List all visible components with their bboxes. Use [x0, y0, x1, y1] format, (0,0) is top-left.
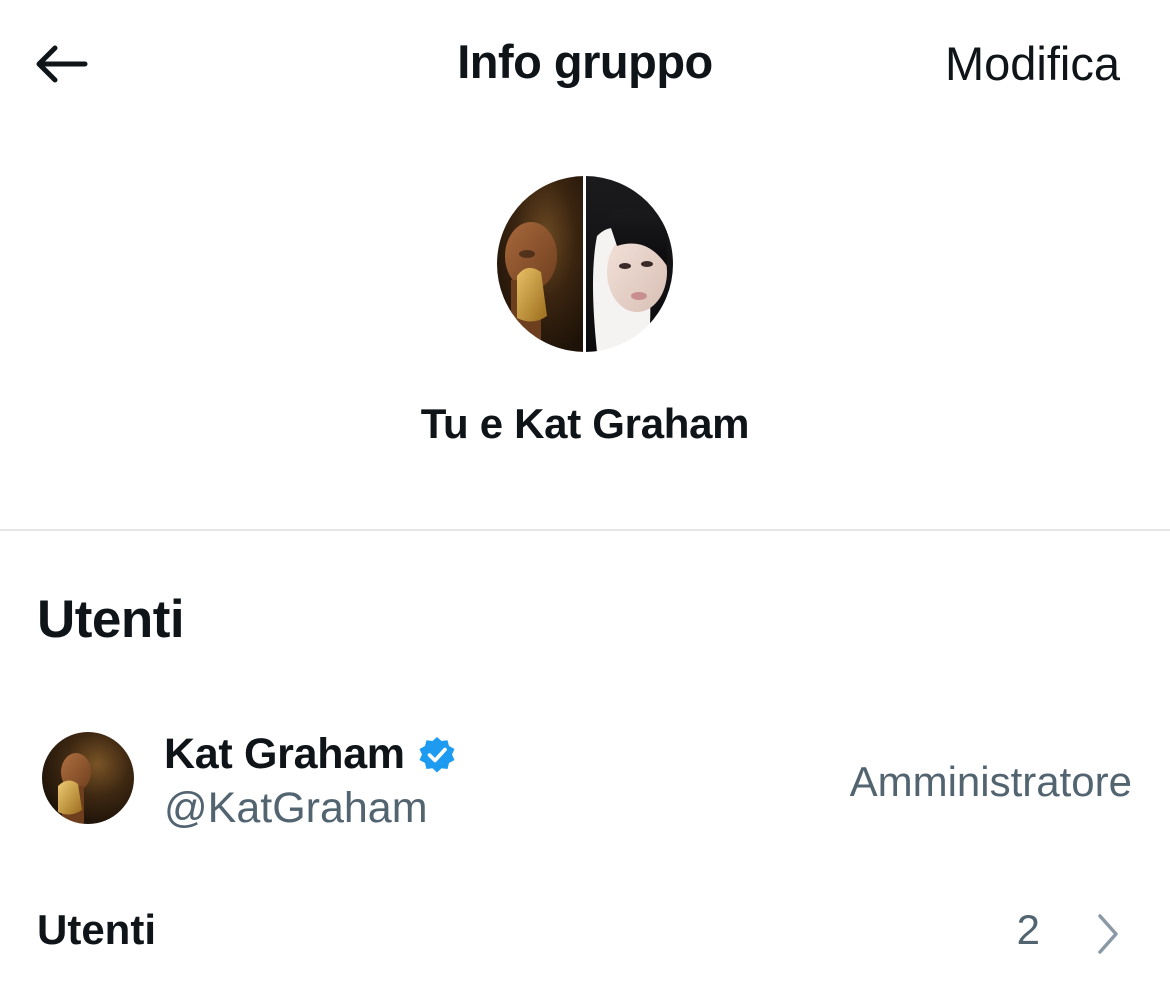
users-row-label: Utenti [37, 906, 156, 953]
member-avatar-image [42, 732, 134, 824]
member-name: Kat Graham [164, 730, 457, 779]
avatar[interactable] [42, 732, 134, 824]
member-role-badge: Amministratore [849, 758, 1132, 805]
verified-badge-icon [419, 736, 455, 772]
chevron-right-icon [1098, 914, 1118, 954]
member-row[interactable]: Kat Graham @KatGraham Amministratore [0, 710, 1170, 850]
member-name-text: Kat Graham [164, 730, 405, 778]
group-avatar[interactable] [497, 176, 673, 352]
group-avatar-image [497, 176, 673, 352]
section-divider [0, 529, 1170, 531]
group-name: Tu e Kat Graham [420, 400, 750, 447]
member-handle: @KatGraham [164, 784, 428, 832]
top-bar: Info gruppo Modifica [0, 0, 1170, 125]
users-count: 2 [1016, 906, 1040, 953]
members-section-title: Utenti [37, 590, 185, 649]
users-row[interactable]: Utenti 2 [0, 890, 1170, 980]
edit-button[interactable]: Modifica [945, 36, 1120, 91]
